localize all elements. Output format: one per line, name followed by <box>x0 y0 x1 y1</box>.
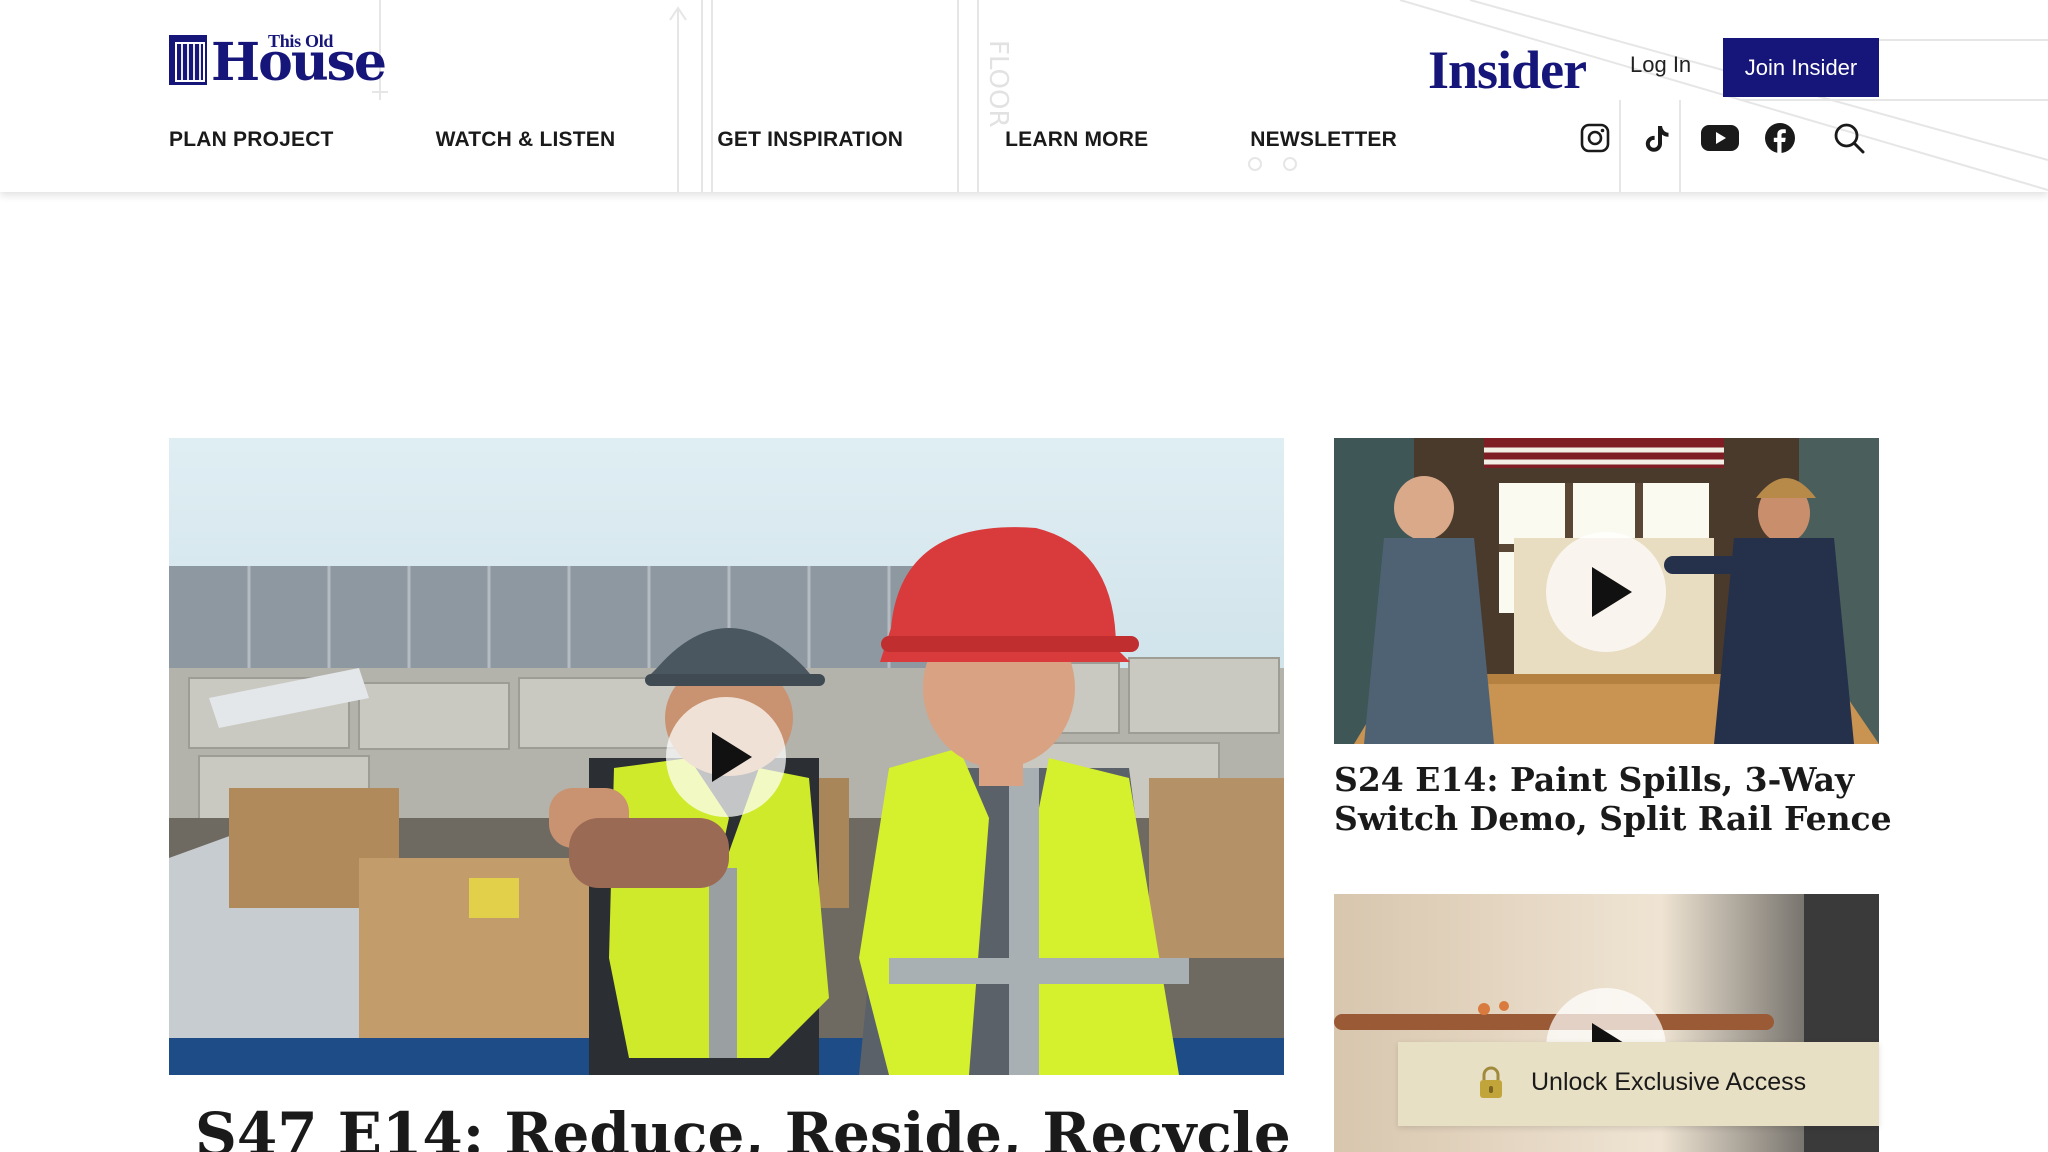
card1-title[interactable]: S24 E14: Paint Spills, 3-Way Switch Demo… <box>1334 760 1894 838</box>
main-nav: PLAN PROJECT WATCH & LISTEN GET INSPIRAT… <box>169 128 1499 152</box>
join-insider-button[interactable]: Join Insider <box>1723 38 1879 97</box>
site-header: FLOOR This Old House Insider Log In Join… <box>0 0 2048 192</box>
nav-get-inspiration[interactable]: GET INSPIRATION <box>717 128 903 152</box>
hero-video-thumbnail[interactable] <box>169 438 1284 1075</box>
tiktok-icon[interactable] <box>1641 122 1673 154</box>
insider-logo[interactable]: Insider <box>1428 38 1587 102</box>
hero-title[interactable]: S47 E14: Reduce, Reside, Recycle <box>195 1100 1291 1152</box>
youtube-icon[interactable] <box>1700 122 1740 154</box>
login-link[interactable]: Log In <box>1630 52 1691 78</box>
unlock-access-banner[interactable]: Unlock Exclusive Access <box>1398 1042 1879 1126</box>
video-card-thumbnail[interactable] <box>1334 438 1879 744</box>
nav-plan-project[interactable]: PLAN PROJECT <box>169 128 334 152</box>
nav-learn-more[interactable]: LEARN MORE <box>1005 128 1148 152</box>
facebook-icon[interactable] <box>1764 122 1796 154</box>
instagram-icon[interactable] <box>1579 122 1611 154</box>
site-logo[interactable]: This Old House <box>169 31 411 93</box>
logo-big-text: House <box>211 32 387 93</box>
nav-newsletter[interactable]: NEWSLETTER <box>1250 128 1397 152</box>
logo-door-icon <box>169 35 207 85</box>
svg-text:FLOOR: FLOOR <box>983 40 1013 128</box>
card1-play-button[interactable] <box>1546 532 1666 652</box>
hero-play-button[interactable] <box>666 697 786 817</box>
search-icon[interactable] <box>1833 122 1865 154</box>
nav-watch-listen[interactable]: WATCH & LISTEN <box>436 128 616 152</box>
lock-icon <box>1480 1066 1502 1098</box>
unlock-label: Unlock Exclusive Access <box>1531 1068 1807 1096</box>
